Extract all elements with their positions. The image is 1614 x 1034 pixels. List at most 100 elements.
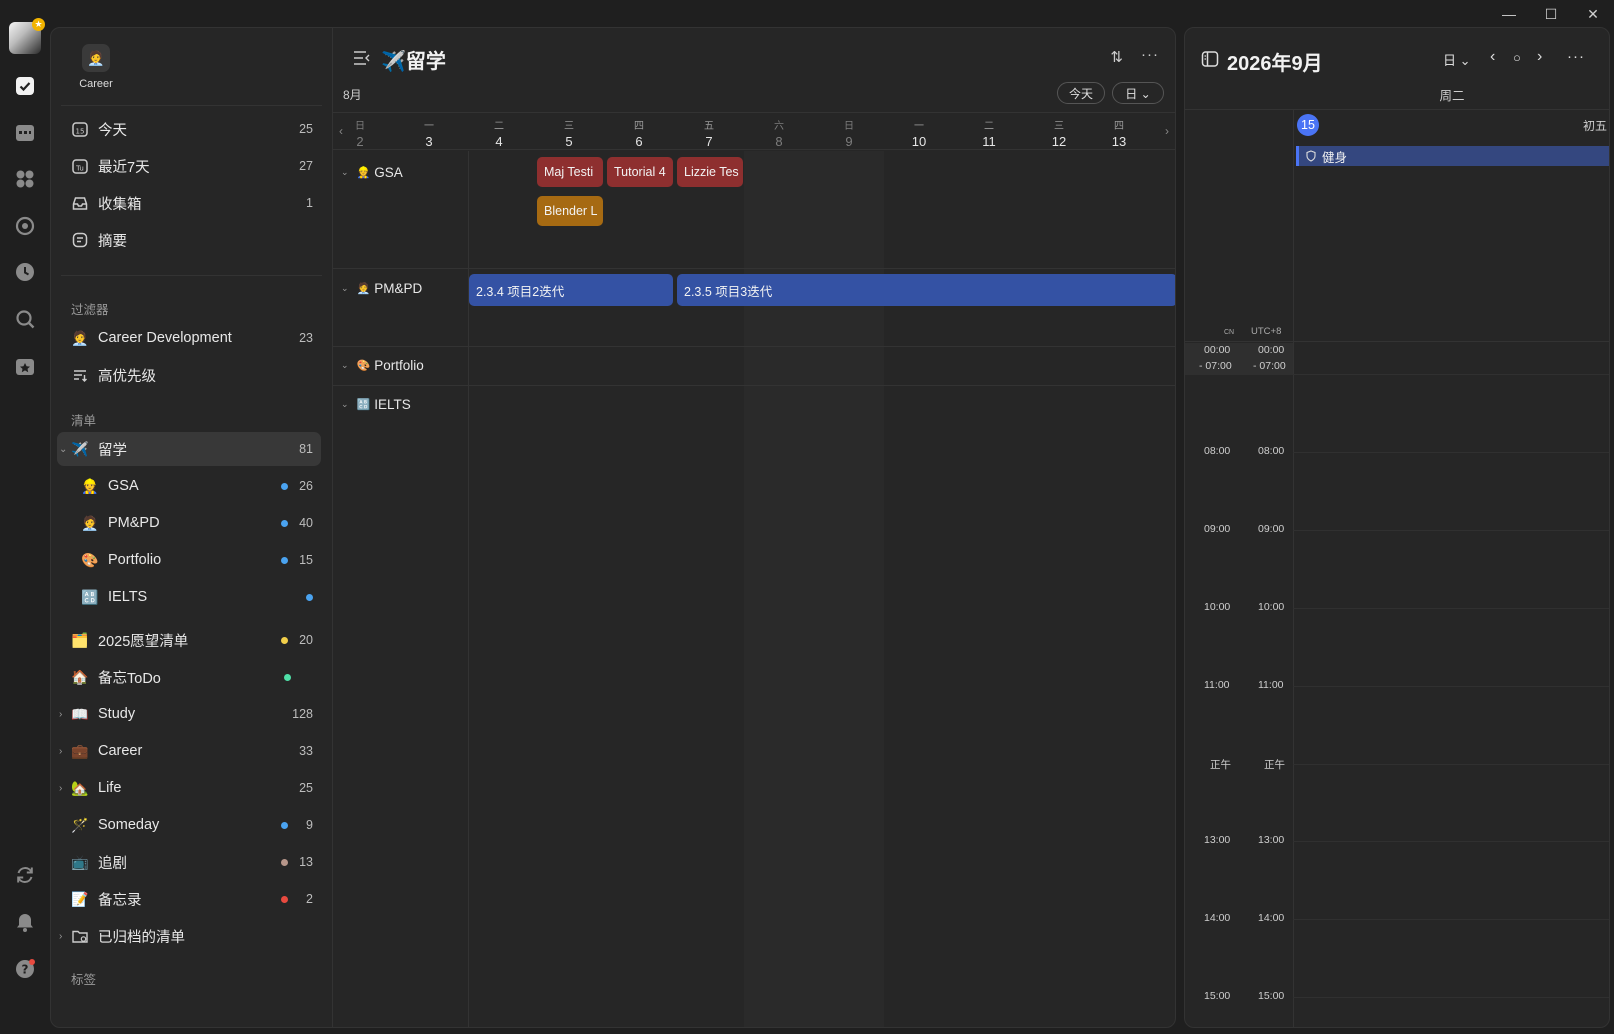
event-lizzie-test[interactable]: Lizzie Tes: [677, 157, 743, 187]
sidebar-item-label: Life: [98, 780, 122, 796]
chevron-right-icon[interactable]: ›: [59, 746, 62, 757]
timeline-content: ✈️留学 8月 ⇅ ··· 今天 日 ⌄ 日2 一3 二4 三5 四6 五7 六…: [333, 28, 1175, 1027]
day-column-header[interactable]: 四6: [604, 113, 674, 151]
day-column-header[interactable]: 六8: [744, 113, 814, 151]
day-column-header[interactable]: 二 11: [954, 113, 1024, 151]
minimize-button[interactable]: —: [1488, 0, 1530, 28]
event-maj-testing[interactable]: Maj Testi: [537, 157, 603, 187]
chevron-down-icon[interactable]: ⌄: [341, 283, 349, 294]
collapse-sidebar-icon[interactable]: [353, 50, 371, 69]
sidebar-item-memo-todo[interactable]: 🏠 备忘ToDo: [57, 660, 321, 694]
day-column-header[interactable]: 一 10: [884, 113, 954, 151]
calendar-today-icon[interactable]: ○: [1513, 50, 1521, 65]
sidebar-item-tv-shows[interactable]: 📺 追剧 13: [57, 845, 321, 879]
day-column-header[interactable]: 四 13: [1094, 113, 1144, 151]
sidebar-item-gsa[interactable]: 👷 GSA 26: [57, 469, 321, 503]
matrix-icon[interactable]: [13, 167, 37, 191]
search-icon[interactable]: [13, 307, 37, 331]
sort-icon[interactable]: ⇅: [1110, 48, 1123, 66]
sidebar-item-portfolio[interactable]: 🎨 Portfolio 15: [57, 543, 321, 577]
item-count: 128: [292, 707, 313, 721]
calendar-more-icon[interactable]: ···: [1567, 48, 1585, 65]
habit-calendar-icon[interactable]: [13, 354, 37, 378]
hour-line: [1293, 997, 1609, 998]
clock-icon[interactable]: [13, 260, 37, 284]
svg-text:15: 15: [76, 128, 85, 136]
chevron-down-icon[interactable]: ⌄: [341, 399, 349, 410]
more-options-icon[interactable]: ···: [1141, 46, 1159, 63]
sidebar-item-liuxue[interactable]: ⌄ ✈️ 留学 81: [57, 432, 321, 466]
sidebar-item-study[interactable]: › 📖 Study 128: [57, 697, 321, 731]
chevron-right-icon[interactable]: ›: [59, 709, 62, 720]
timeline-prev-icon[interactable]: ‹: [339, 124, 343, 138]
list-color-dot: [281, 636, 288, 644]
day-column-header[interactable]: 二4: [464, 113, 534, 151]
day-column-header[interactable]: 三 12: [1024, 113, 1094, 151]
day-column-header[interactable]: 五7: [674, 113, 744, 151]
sidebar-item-career[interactable]: › 💼 Career 33: [57, 734, 321, 768]
notification-bell-icon[interactable]: [13, 910, 37, 934]
day-column-header[interactable]: 三5: [534, 113, 604, 151]
lists-section-label: 清单: [71, 414, 97, 428]
sidebar-item-next-7-days[interactable]: Tu 最近7天 27: [57, 149, 321, 183]
chevron-down-icon[interactable]: ⌄: [59, 444, 67, 455]
sidebar-item-life[interactable]: › 🏡 Life 25: [57, 771, 321, 805]
row-label[interactable]: ⌄ 🔠 IELTS: [341, 397, 411, 412]
sidebar-item-archived-lists[interactable]: › 已归档的清单: [57, 919, 321, 953]
title-text: 留学: [405, 51, 446, 73]
date-badge[interactable]: 15: [1297, 114, 1319, 136]
hour-label: 09:00: [1204, 523, 1231, 535]
event-tutorial[interactable]: Tutorial 4: [607, 157, 673, 187]
sidebar-item-career-development[interactable]: 🧑‍💼 Career Development 23: [57, 321, 321, 355]
day-column-header[interactable]: 日9: [814, 113, 884, 151]
chevron-right-icon[interactable]: ›: [59, 783, 62, 794]
row-label[interactable]: ⌄ 👷 GSA: [341, 165, 403, 180]
toggle-panel-icon[interactable]: [1201, 50, 1219, 71]
view-mode-dropdown[interactable]: 日 ⌄: [1112, 82, 1164, 104]
sync-icon[interactable]: [13, 863, 37, 887]
event-project3-iteration[interactable]: 2.3.5 项目3迭代: [677, 274, 1175, 306]
chevron-down-icon[interactable]: ⌄: [341, 167, 349, 178]
timeline-row-ielts: ⌄ 🔠 IELTS: [333, 386, 1175, 425]
sidebar-item-pmpd[interactable]: 🧑‍💼 PM&PD 40: [57, 506, 321, 540]
sidebar-item-label: 追剧: [98, 855, 127, 872]
account-switcher[interactable]: 🧑‍💼 Career: [71, 44, 121, 90]
calendar-view-dropdown[interactable]: 日 ⌄: [1443, 50, 1471, 69]
sidebar-item-ielts[interactable]: 🔠 IELTS: [57, 580, 321, 614]
help-icon[interactable]: ?: [13, 957, 37, 981]
window-controls: — ☐ ✕: [1488, 0, 1614, 28]
sidebar-item-someday[interactable]: 🪄 Someday 9: [57, 808, 321, 842]
list-emoji: 📖: [71, 705, 89, 722]
event-project2-iteration[interactable]: 2.3.4 项目2迭代: [469, 274, 673, 306]
sidebar-item-memo[interactable]: 📝 备忘录 2: [57, 882, 321, 916]
event-blender[interactable]: Blender L: [537, 196, 603, 226]
calendar-next-icon[interactable]: ›: [1537, 48, 1542, 66]
today-button[interactable]: 今天: [1057, 82, 1105, 104]
hour-label: 08:00: [1258, 445, 1285, 457]
focus-timer-icon[interactable]: [13, 214, 37, 238]
item-count: 1: [306, 196, 313, 210]
row-label[interactable]: ⌄ 🎨 Portfolio: [341, 358, 424, 373]
timeline-next-icon[interactable]: ›: [1165, 124, 1169, 138]
calendar-prev-icon[interactable]: ‹: [1490, 48, 1495, 66]
sidebar-item-label: Someday: [98, 817, 160, 833]
hour-label: 15:00: [1204, 990, 1231, 1002]
sidebar-item-2025-wishlist[interactable]: 🗂️ 2025愿望清单 20: [57, 623, 321, 657]
day-column-header[interactable]: 日2: [325, 113, 395, 151]
close-button[interactable]: ✕: [1572, 0, 1614, 28]
maximize-button[interactable]: ☐: [1530, 0, 1572, 28]
sidebar-item-summary[interactable]: 摘要: [57, 223, 321, 257]
sidebar-item-inbox[interactable]: 收集箱 1: [57, 186, 321, 220]
user-avatar[interactable]: ★: [9, 18, 45, 54]
event-fitness[interactable]: 健身: [1296, 146, 1609, 166]
chevron-down-icon[interactable]: ⌄: [341, 360, 349, 371]
sidebar-item-today[interactable]: 15 今天 25: [57, 112, 321, 146]
day-column-header[interactable]: 一3: [394, 113, 464, 151]
list-color-dot: [281, 895, 288, 903]
row-label[interactable]: ⌄ 🧑‍💼 PM&PD: [341, 281, 422, 296]
chevron-right-icon[interactable]: ›: [59, 931, 62, 942]
task-checkbox-icon[interactable]: [13, 74, 37, 98]
sidebar-item-high-priority[interactable]: 高优先级: [57, 358, 321, 392]
hour-line: [1293, 530, 1609, 531]
calendar-icon[interactable]: [13, 120, 37, 144]
